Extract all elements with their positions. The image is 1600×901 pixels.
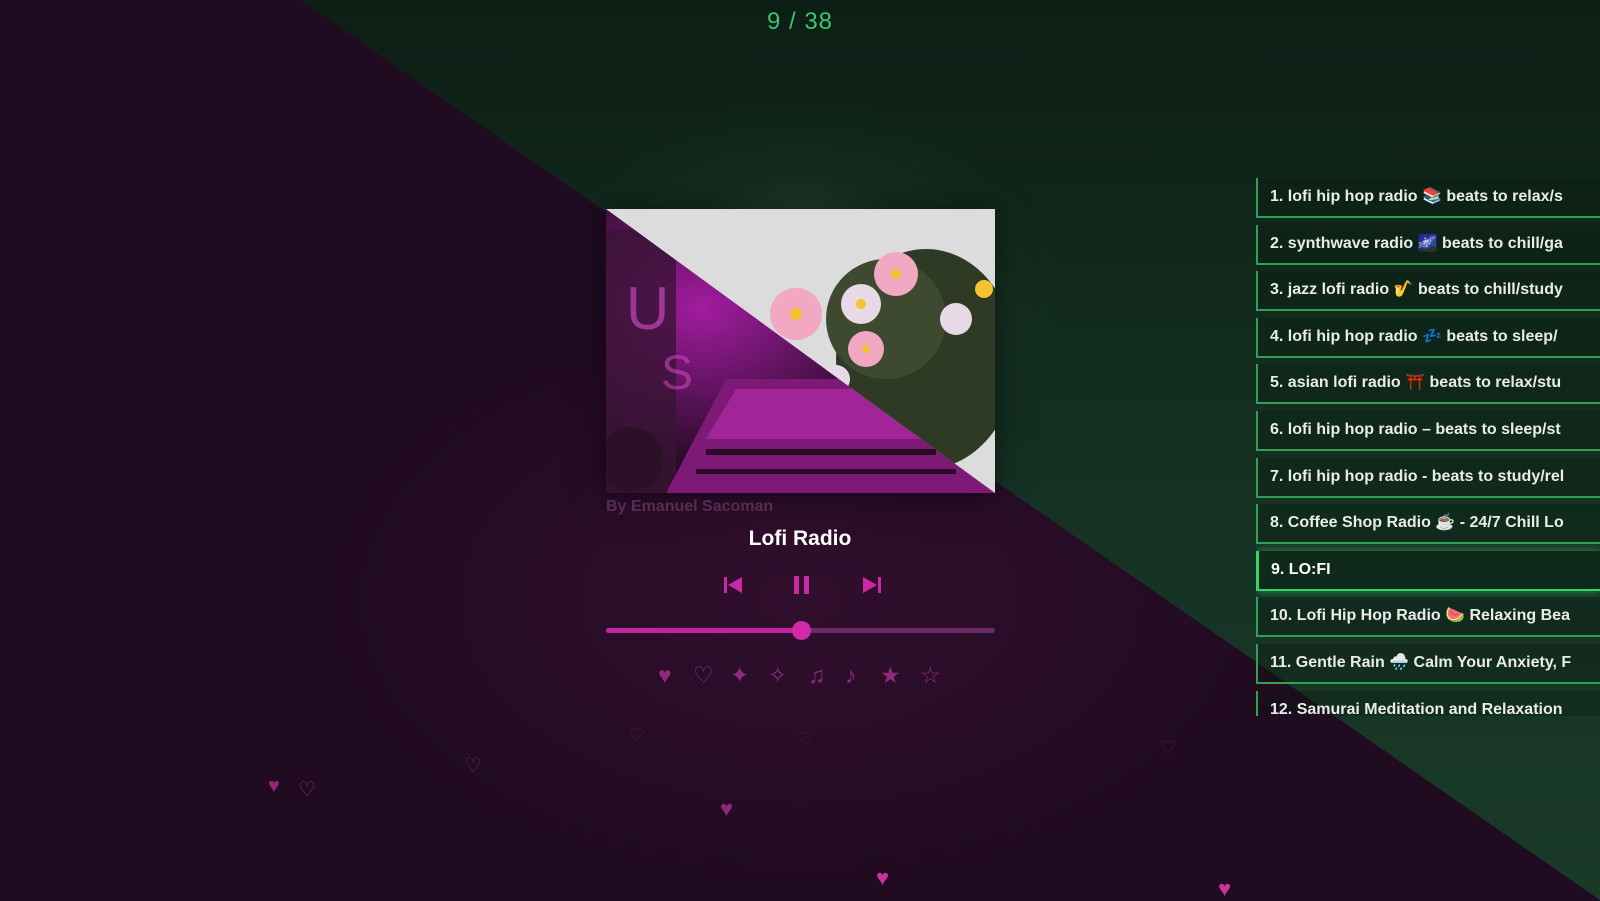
sparkle-filled-icon: ✦ — [730, 662, 750, 688]
album-art: U S — [606, 209, 995, 493]
playlist-item[interactable]: 11. Gentle Rain 🌧️ Calm Your Anxiety, F — [1256, 644, 1600, 684]
progress-slider[interactable] — [606, 621, 995, 640]
heart-outline-icon: ♡ — [298, 779, 316, 801]
progress-thumb[interactable] — [791, 621, 811, 640]
star-outline-icon: ☆ — [920, 662, 941, 688]
decoration-icon-row: ♥ ♡ ✦ ✧ ♫ ♪ ★ ☆ — [658, 662, 948, 688]
playlist-item[interactable]: 4. lofi hip hop radio 💤 beats to sleep/ — [1256, 317, 1600, 358]
heart-outline-icon: ♡ — [1160, 737, 1177, 757]
playlist-item[interactable]: 7. lofi hip hop radio - beats to study/r… — [1256, 457, 1600, 498]
playlist[interactable]: 1. lofi hip hop radio 📚 beats to relax/s… — [1256, 178, 1600, 716]
playlist-item[interactable]: 2. synthwave radio 🌌 beats to chill/ga — [1256, 224, 1600, 265]
previous-track-button[interactable] — [718, 570, 748, 600]
playlist-item[interactable]: 8. Coffee Shop Radio ☕ - 24/7 Chill Lo — [1256, 504, 1600, 545]
heart-outline-icon: ♡ — [464, 755, 482, 777]
track-counter: 9 / 38 — [766, 8, 834, 35]
heart-filled-icon: ♥ — [720, 796, 734, 821]
heart-outline-icon: ♡ — [693, 662, 714, 688]
heart-outline-icon: ♡ — [628, 725, 645, 745]
playlist-item[interactable]: 10. Lofi Hip Hop Radio 🍉 Relaxing Bea — [1256, 597, 1600, 638]
heart-filled-icon: ♥ — [658, 662, 672, 688]
pause-icon — [794, 576, 809, 594]
playlist-item[interactable]: 1. lofi hip hop radio 📚 beats to relax/s — [1256, 178, 1600, 218]
music-note-icon: ♪ — [845, 662, 857, 688]
star-filled-icon: ★ — [880, 662, 901, 688]
progress-fill — [606, 628, 801, 633]
next-track-button[interactable] — [857, 570, 887, 600]
playlist-item[interactable]: 12. Samurai Meditation and Relaxation — [1256, 690, 1600, 716]
playlist-item[interactable]: 3. jazz lofi radio 🎷 beats to chill/stud… — [1256, 271, 1600, 312]
heart-filled-icon: ♥ — [876, 865, 890, 890]
skip-previous-icon — [724, 577, 742, 593]
music-notes-icon: ♫ — [808, 662, 826, 688]
playlist-item[interactable]: 6. lofi hip hop radio – beats to sleep/s… — [1256, 411, 1600, 451]
heart-filled-icon: ♥ — [1218, 876, 1232, 901]
heart-outline-icon: ♡ — [797, 729, 814, 749]
playlist-item[interactable]: 5. asian lofi radio ⛩️ beats to relax/st… — [1256, 364, 1600, 405]
pause-button[interactable] — [787, 570, 817, 600]
playlist-item[interactable]: 9. LO:FI — [1256, 550, 1600, 591]
svg-text:U: U — [626, 275, 669, 342]
heart-filled-icon: ♥ — [268, 775, 280, 797]
artist-credit: By Emanuel Sacoman — [606, 498, 774, 515]
sparkle-outline-icon: ✧ — [768, 662, 788, 688]
svg-text:S: S — [661, 347, 693, 400]
skip-next-icon — [863, 577, 881, 593]
